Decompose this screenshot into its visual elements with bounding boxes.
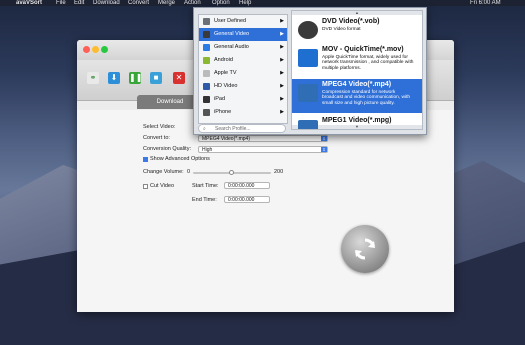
quality-value: High [202,147,213,153]
end-time-label: End Time: [192,197,217,203]
music-note-icon [203,44,210,51]
chevron-right-icon: ▶ [280,57,284,63]
category-label: Apple TV [214,70,237,76]
menu-edit[interactable]: Edit [74,0,84,6]
iphone-icon [203,109,210,116]
menu-bar: avaVSort File Edit Download Convert Merg… [0,0,525,6]
menu-file[interactable]: File [56,0,66,6]
delete-icon[interactable]: ✕ [173,72,185,84]
menu-app-name[interactable]: avaVSort [16,0,42,6]
mpeg1-icon [298,120,318,129]
convert-button[interactable] [341,225,389,273]
quality-label: Conversion Quality: [143,146,191,152]
cut-video-checkbox[interactable] [143,184,148,189]
ipad-icon [203,96,210,103]
category-list: User Defined ▶ General Video ▶ General Audio… [198,14,288,124]
select-video-label: Select Video: [143,124,176,130]
format-item[interactable]: MPEG1 Video(*.mpg) [292,115,422,129]
pause-icon[interactable]: ❚❚ [129,72,142,84]
start-time-field[interactable]: 0:00:00.000 [224,182,270,189]
search-placeholder: Search Profile... [215,126,251,132]
category-item[interactable]: iPhone ▶ [199,106,287,119]
advanced-options-checkbox[interactable] [143,157,148,162]
category-label: HD Video [214,83,238,89]
chevron-right-icon: ▶ [280,70,284,76]
scroll-up-icon[interactable]: ▲ [292,11,422,15]
end-time-field[interactable]: 0:00:00.000 [224,196,270,203]
chevron-right-icon: ▶ [280,31,284,37]
film-icon [203,31,210,38]
chevron-right-icon: ▶ [280,96,284,102]
category-label: iPad [214,96,226,102]
category-label: User Defined [214,18,247,24]
format-list: ▲ ▼ DVD Video(*.vob) DVD Video format MOV … [291,10,423,130]
advanced-options-label: Show Advanced Options [150,156,210,162]
minimize-window-button[interactable] [92,46,99,53]
start-time-value: 0:00:00.000 [228,183,255,189]
convert-to-value: MPEG4 Video(*.mp4) [202,136,250,142]
category-item[interactable]: iPad ▶ [199,93,287,106]
chevron-right-icon: ▶ [280,109,284,115]
format-description: DVD Video format [322,27,361,32]
format-name: MPEG1 Video(*.mpg) [322,117,392,124]
volume-max: 200 [274,169,284,175]
search-icon: ⌕ [203,126,206,132]
convert-to-label: Convert to: [143,135,170,141]
link-icon[interactable]: ⚭ [87,72,99,84]
menu-action[interactable]: Action [184,0,201,6]
zoom-window-button[interactable] [101,46,108,53]
chevron-updown-icon: ⇕ [321,136,327,141]
format-description: Apple QuickTime format, widely used for … [322,55,414,71]
convert-panel: Select Video: Convert to: MPEG4 Video(*.… [77,110,454,312]
category-label: Android [214,57,233,63]
category-label: iPhone [214,109,232,115]
refresh-icon [355,238,375,260]
volume-min: 0 [187,169,191,175]
quality-select[interactable]: High ⇕ [198,146,328,153]
category-item[interactable]: General Video ▶ [199,28,287,41]
menu-option[interactable]: Option [212,0,230,6]
chevron-right-icon: ▶ [280,83,284,89]
format-description: Compression standard for network broadca… [322,90,410,106]
category-item[interactable]: Apple TV ▶ [199,67,287,80]
profile-popup: User Defined ▶ General Video ▶ General Audio… [193,7,427,135]
download-icon[interactable]: ⬇ [108,72,120,84]
menu-merge[interactable]: Merge [158,0,175,6]
user-icon [203,18,210,25]
format-name: DVD Video(*.vob) [322,18,380,25]
stop-icon[interactable]: ■ [150,72,162,84]
chevron-right-icon: ▶ [280,18,284,24]
category-item[interactable]: Android ▶ [199,54,287,67]
volume-label: Change Volume: [143,169,184,175]
category-label: General Video [214,31,250,37]
format-item[interactable]: DVD Video(*.vob) DVD Video format [292,16,422,44]
android-icon [203,57,210,64]
hd-icon [203,83,210,90]
format-item[interactable]: MOV - QuickTime(*.mov) Apple QuickTime fo… [292,44,422,72]
menu-download[interactable]: Download [93,0,120,6]
chevron-updown-icon: ⇕ [321,147,327,152]
cut-video-label: Cut Video [150,183,175,189]
menu-convert[interactable]: Convert [128,0,149,6]
category-item[interactable]: User Defined ▶ [199,15,287,28]
category-label: General Audio [214,44,249,50]
menu-help[interactable]: Help [239,0,251,6]
format-name: MOV - QuickTime(*.mov) [322,46,404,53]
mpeg4-icon [298,84,318,102]
apple-tv-icon [203,70,210,77]
menu-clock[interactable]: Fri 6:00 AM [470,0,501,6]
format-name: MPEG4 Video(*.mp4) [322,81,392,88]
chevron-right-icon: ▶ [280,44,284,50]
start-time-label: Start Time: [192,183,219,189]
convert-to-select[interactable]: MPEG4 Video(*.mp4) ⇕ [198,135,328,142]
close-window-button[interactable] [83,46,90,53]
dvd-icon [298,21,318,39]
profile-search-input[interactable]: ⌕ Search Profile... [198,124,286,133]
end-time-value: 0:00:00.000 [228,197,255,203]
format-item[interactable]: MPEG4 Video(*.mp4) Compression standard f… [292,79,422,113]
quicktime-icon [298,49,318,67]
category-item[interactable]: General Audio ▶ [199,41,287,54]
category-item[interactable]: HD Video ▶ [199,80,287,93]
volume-slider-knob[interactable] [229,170,234,175]
